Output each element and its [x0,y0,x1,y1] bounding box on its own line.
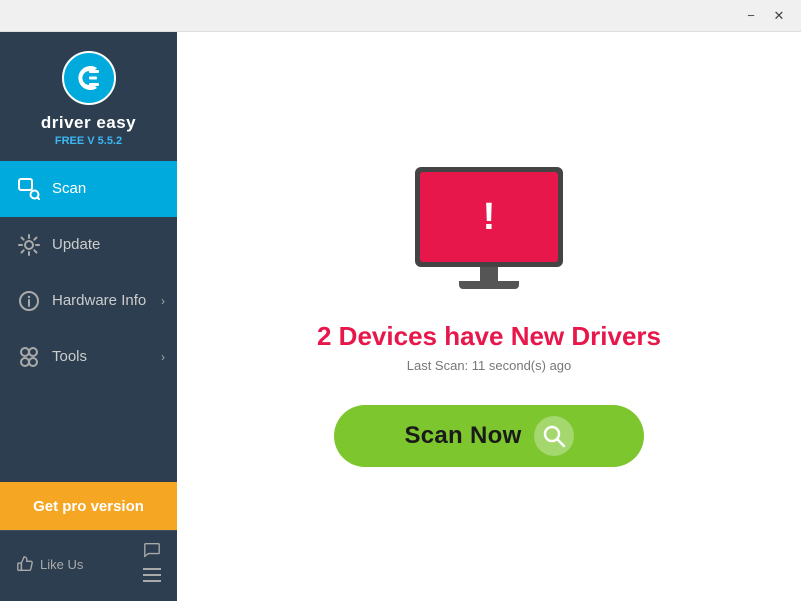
close-button[interactable]: ✕ [765,5,793,27]
monitor-base [459,281,519,289]
thumbs-up-icon [16,555,34,573]
chat-icon[interactable] [143,541,161,564]
scan-icon [16,176,42,202]
footer-icons [143,541,161,587]
sidebar-item-scan-label: Scan [52,180,86,197]
scan-search-icon [534,416,574,456]
update-icon [16,232,42,258]
like-us-label: Like Us [40,557,83,572]
get-pro-button[interactable]: Get pro version [0,482,177,530]
sidebar-item-hardware-info-label: Hardware Info [52,292,146,309]
main-layout: driver easy FREE V 5.5.2 Scan [0,32,801,601]
app-version: FREE V 5.5.2 [55,135,122,147]
menu-list-icon[interactable] [143,568,161,587]
like-us-button[interactable]: Like Us [16,555,83,573]
sidebar-footer: Like Us [0,530,177,601]
sidebar-item-hardware-info[interactable]: Hardware Info › [0,273,177,329]
last-scan-text: Last Scan: 11 second(s) ago [407,358,572,373]
minimize-button[interactable]: − [737,5,765,27]
sidebar-item-tools-label: Tools [52,348,87,365]
monitor-illustration: ! [409,167,569,297]
monitor-screen: ! [420,172,558,262]
sidebar-header: driver easy FREE V 5.5.2 [0,32,177,161]
scan-now-button[interactable]: Scan Now [334,405,644,467]
monitor-screen-wrap: ! [415,167,563,267]
scan-now-label: Scan Now [404,422,521,450]
devices-headline: 2 Devices have New Drivers [317,321,661,352]
title-bar: − ✕ [0,0,801,32]
app-logo-icon [61,50,117,106]
sidebar-item-update[interactable]: Update [0,217,177,273]
exclamation-mark: ! [483,198,496,236]
main-content: ! 2 Devices have New Drivers Last Scan: … [177,32,801,601]
sidebar-item-scan[interactable]: Scan [0,161,177,217]
hardware-info-icon [16,288,42,314]
app-name: driver easy [41,114,136,133]
sidebar-nav: Scan Update [0,161,177,482]
tools-chevron-icon: › [161,350,165,364]
hardware-info-chevron-icon: › [161,294,165,308]
tools-icon [16,344,42,370]
sidebar-item-tools[interactable]: Tools › [0,329,177,385]
sidebar-item-update-label: Update [52,236,100,253]
sidebar: driver easy FREE V 5.5.2 Scan [0,32,177,601]
monitor-neck [480,267,498,281]
